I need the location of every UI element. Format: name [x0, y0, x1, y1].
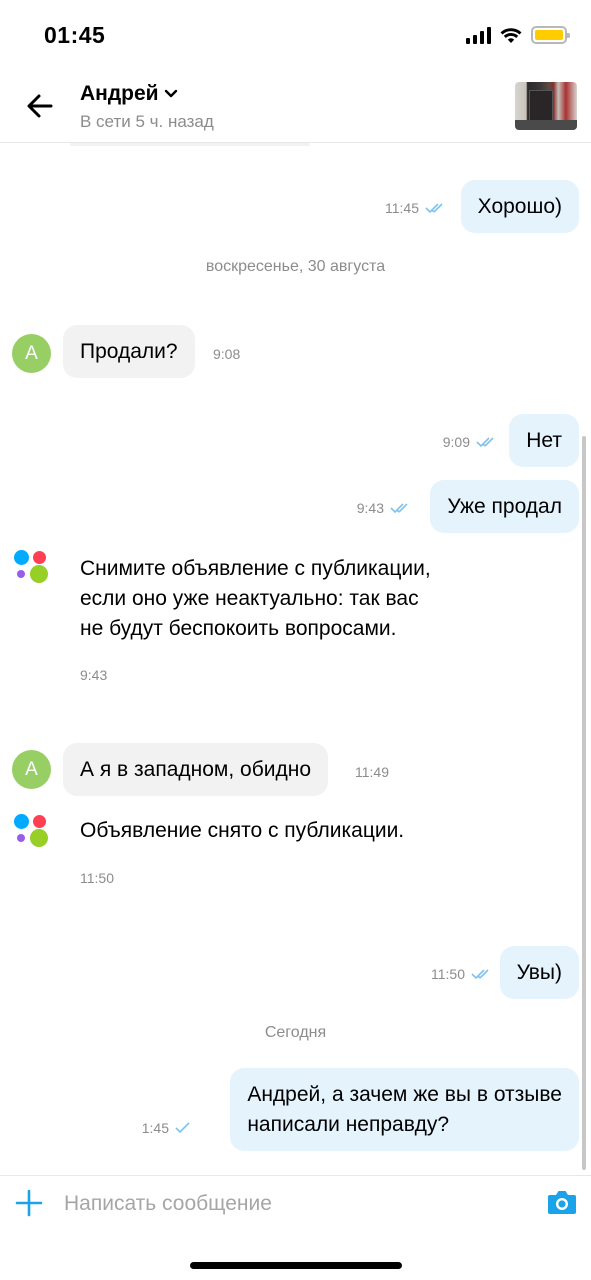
- message-time: 11:50: [431, 966, 465, 982]
- chat-header: Андрей В сети 5 ч. назад: [0, 70, 591, 143]
- message-text: А я в западном, обидно: [80, 757, 311, 781]
- outgoing-message[interactable]: Уже продал: [430, 480, 579, 533]
- status-time: 01:45: [44, 22, 106, 48]
- incoming-message[interactable]: Продали?: [63, 325, 195, 378]
- system-message: Объявление снято с публикации.: [80, 816, 404, 846]
- date-separator: Сегодня: [264, 1024, 327, 1041]
- message-text: Увы): [516, 960, 562, 984]
- message-time: 9:09: [442, 434, 470, 450]
- message-text: Уже продал: [447, 494, 562, 518]
- home-indicator: [190, 1262, 402, 1269]
- scrollbar[interactable]: [582, 436, 586, 1170]
- message-input[interactable]: [64, 1184, 524, 1224]
- message-meta: 9:09: [443, 434, 498, 450]
- message-list[interactable]: [0, 143, 591, 1173]
- outgoing-message[interactable]: Хорошо): [460, 180, 579, 233]
- avito-logo-icon: [14, 548, 50, 584]
- system-message-line: не будут беспокоить вопросами.: [80, 617, 397, 640]
- plus-icon[interactable]: [14, 1188, 44, 1218]
- message-text-line: Андрей, а зачем же вы в отзыве: [247, 1082, 562, 1106]
- message-text: Хорошо): [477, 194, 562, 218]
- status-bar: 01:45: [0, 0, 591, 70]
- date-separator: воскресенье, 30 августа: [205, 258, 386, 275]
- message-time: 11:49: [355, 764, 389, 780]
- outgoing-message[interactable]: Андрей, а зачем же вы в отзыве написали …: [230, 1068, 579, 1151]
- incoming-message[interactable]: А я в западном, обидно: [63, 743, 328, 796]
- message-meta: 9:43: [357, 500, 412, 516]
- camera-icon[interactable]: [547, 1189, 577, 1215]
- system-message-line: Снимите объявление с публикации,: [80, 557, 431, 580]
- chevron-down-icon: [164, 89, 177, 98]
- message-time: 11:45: [385, 200, 419, 216]
- contact-status: В сети 5 ч. назад: [80, 112, 214, 131]
- back-arrow-icon[interactable]: [24, 90, 56, 122]
- outgoing-message[interactable]: Увы): [499, 946, 579, 999]
- message-text-line: написали неправду?: [247, 1112, 450, 1136]
- status-icons: [466, 26, 570, 44]
- contact-name-button[interactable]: Андрей: [80, 82, 178, 106]
- double-check-icon: [425, 203, 443, 214]
- double-check-icon: [476, 437, 494, 448]
- check-icon: [175, 1122, 190, 1134]
- outgoing-message[interactable]: Нет: [509, 414, 579, 467]
- message-meta: 11:45: [385, 200, 447, 216]
- avito-logo-icon: [14, 812, 50, 848]
- listing-thumbnail[interactable]: [515, 82, 577, 130]
- double-check-icon: [471, 969, 489, 980]
- message-time: 9:08: [213, 346, 241, 362]
- message-time: 9:43: [80, 667, 108, 683]
- double-check-icon: [390, 503, 408, 514]
- message-meta: 1:45: [142, 1120, 191, 1136]
- cellular-signal-icon: [466, 26, 491, 44]
- message-time: 11:50: [80, 870, 114, 886]
- system-message-line: Объявление снято с публикации.: [80, 819, 405, 842]
- message-meta: 11:50: [431, 966, 493, 982]
- system-message-line: если оно уже неактуально: так вас: [80, 587, 419, 610]
- contact-name: Андрей: [80, 82, 159, 105]
- avatar[interactable]: А: [12, 334, 51, 373]
- wifi-icon: [500, 27, 522, 43]
- avatar[interactable]: А: [12, 750, 51, 789]
- message-composer: [0, 1175, 591, 1235]
- message-text: Нет: [526, 428, 562, 452]
- battery-icon: [531, 26, 570, 44]
- message-text: Продали?: [80, 339, 178, 363]
- message-time: 9:43: [356, 500, 384, 516]
- message-time: 1:45: [141, 1120, 169, 1136]
- system-message: Снимите объявление с публикации, если он…: [80, 554, 431, 644]
